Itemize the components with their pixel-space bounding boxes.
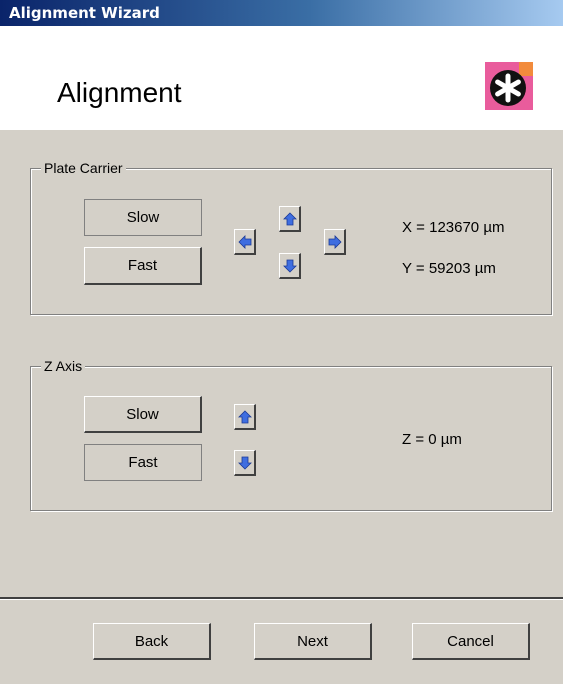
asterisk-badge-icon xyxy=(485,62,533,110)
arrow-down-icon xyxy=(282,259,297,273)
x-position-readout: X = 123670 µm xyxy=(402,219,505,236)
z-down-button[interactable] xyxy=(234,450,256,476)
footer-separator xyxy=(0,597,563,600)
arrow-up-icon xyxy=(237,409,252,423)
plate-right-button[interactable] xyxy=(324,229,346,255)
y-position-readout: Y = 59203 µm xyxy=(402,260,496,277)
alignment-wizard-window: Alignment Wizard Alignment Plate Carrier… xyxy=(0,0,563,684)
page-title: Alignment xyxy=(57,77,182,108)
z-position-readout: Z = 0 µm xyxy=(402,431,462,448)
z-up-button[interactable] xyxy=(234,404,256,430)
plate-down-button[interactable] xyxy=(279,253,301,279)
back-button[interactable]: Back xyxy=(93,623,211,660)
z-fast-button[interactable]: Fast xyxy=(84,444,202,481)
plate-slow-button[interactable]: Slow xyxy=(84,199,202,236)
next-button[interactable]: Next xyxy=(254,623,372,660)
z-axis-label: Z Axis xyxy=(41,358,86,374)
z-axis-group: Z Axis xyxy=(30,358,552,511)
arrow-down-icon xyxy=(237,456,252,470)
title-bar[interactable]: Alignment Wizard xyxy=(0,0,563,26)
plate-up-button[interactable] xyxy=(279,206,301,232)
cancel-button[interactable]: Cancel xyxy=(412,623,530,660)
arrow-up-icon xyxy=(282,211,297,225)
plate-carrier-group: Plate Carrier xyxy=(30,160,552,315)
plate-carrier-label: Plate Carrier xyxy=(41,160,126,176)
plate-fast-button[interactable]: Fast xyxy=(84,247,202,285)
z-slow-button[interactable]: Slow xyxy=(84,396,202,433)
arrow-left-icon xyxy=(237,234,251,249)
arrow-right-icon xyxy=(328,234,342,249)
window-title: Alignment Wizard xyxy=(9,4,160,22)
plate-left-button[interactable] xyxy=(234,229,256,255)
wizard-header: Alignment xyxy=(0,26,563,130)
